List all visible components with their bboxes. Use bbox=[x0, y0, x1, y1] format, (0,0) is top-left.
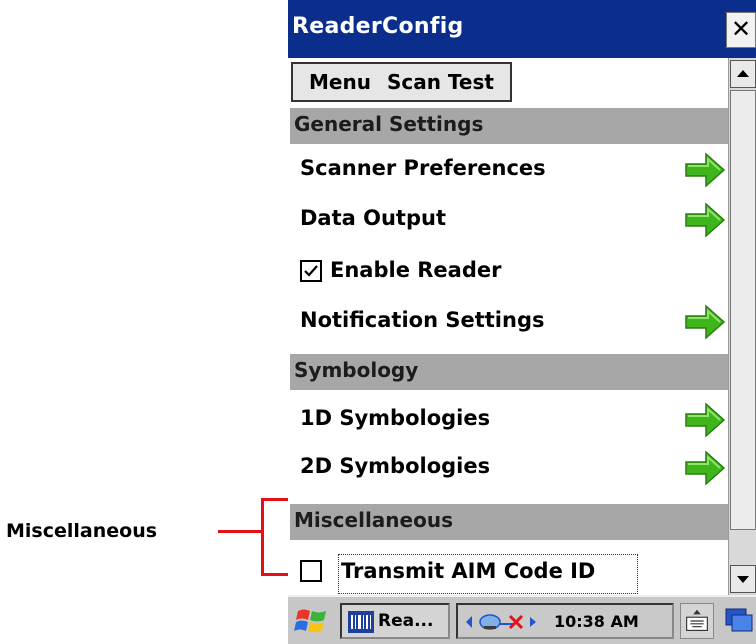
system-tray: 10:38 AM bbox=[456, 603, 674, 639]
list-item-enable-reader: Enable Reader bbox=[288, 248, 728, 298]
desktop-switch-icon[interactable] bbox=[722, 603, 756, 639]
transmit-aim-checkbox[interactable] bbox=[300, 560, 322, 582]
menu-item-menu[interactable]: Menu bbox=[309, 70, 371, 94]
arrow-right-icon[interactable] bbox=[684, 448, 726, 488]
window-title: ReaderConfig bbox=[292, 14, 464, 39]
callout-bracket-top bbox=[261, 498, 288, 501]
arrow-right-icon[interactable] bbox=[684, 302, 726, 342]
list-item-data-output[interactable]: Data Output bbox=[288, 196, 728, 246]
menu-group: Menu Scan Test bbox=[291, 62, 512, 102]
section-header-miscellaneous: Miscellaneous bbox=[290, 504, 728, 540]
network-status-icon[interactable] bbox=[464, 610, 544, 634]
item-label: 2D Symbologies bbox=[300, 454, 491, 478]
item-label: 1D Symbologies bbox=[300, 406, 491, 430]
item-label: Notification Settings bbox=[300, 308, 545, 332]
scroll-up-button[interactable] bbox=[730, 60, 756, 88]
section-header-symbology: Symbology bbox=[290, 354, 728, 390]
reader-config-window: ReaderConfig ✕ Menu Scan Test General Se… bbox=[288, 0, 756, 644]
title-bar: ReaderConfig ✕ bbox=[288, 0, 756, 58]
enable-reader-label[interactable]: Enable Reader bbox=[330, 258, 501, 282]
list-item-2d-symbologies[interactable]: 2D Symbologies bbox=[288, 444, 728, 494]
item-label: Data Output bbox=[300, 206, 446, 230]
taskbar: Rea... 10:38 AM bbox=[288, 595, 756, 644]
settings-list: General Settings Scanner Preferences Dat… bbox=[288, 108, 728, 595]
focus-indicator: Transmit AIM Code ID bbox=[338, 554, 638, 594]
arrow-right-icon[interactable] bbox=[684, 400, 726, 440]
checkmark-icon bbox=[304, 265, 318, 277]
menu-item-scan-test[interactable]: Scan Test bbox=[387, 70, 494, 94]
section-title: General Settings bbox=[294, 112, 484, 136]
list-item-scanner-preferences[interactable]: Scanner Preferences bbox=[288, 146, 728, 196]
item-label: Scanner Preferences bbox=[300, 156, 546, 180]
list-item-notification-settings[interactable]: Notification Settings bbox=[288, 298, 728, 348]
enable-reader-checkbox[interactable] bbox=[300, 260, 322, 282]
taskbar-app-button[interactable]: Rea... bbox=[340, 603, 450, 639]
scroll-thumb[interactable] bbox=[730, 90, 756, 530]
arrow-right-icon[interactable] bbox=[684, 150, 726, 190]
vertical-scrollbar[interactable] bbox=[728, 58, 756, 595]
callout-label: Miscellaneous bbox=[6, 520, 158, 542]
callout-bracket-vertical bbox=[261, 498, 264, 576]
section-header-general-settings: General Settings bbox=[290, 108, 728, 144]
windows-start-icon[interactable] bbox=[292, 603, 332, 639]
callout-bracket-bottom bbox=[261, 573, 288, 576]
taskbar-app-label: Rea... bbox=[378, 611, 434, 631]
section-title: Symbology bbox=[294, 358, 419, 382]
menu-bar: Menu Scan Test bbox=[288, 58, 728, 108]
callout-pointer-line bbox=[218, 530, 262, 533]
list-item-1d-symbologies[interactable]: 1D Symbologies bbox=[288, 396, 728, 446]
transmit-aim-label[interactable]: Transmit AIM Code ID bbox=[341, 559, 595, 583]
triangle-up-icon bbox=[737, 70, 749, 77]
barcode-app-icon bbox=[348, 611, 374, 633]
section-title: Miscellaneous bbox=[294, 508, 453, 532]
arrow-right-icon[interactable] bbox=[684, 200, 726, 240]
scroll-down-button[interactable] bbox=[730, 565, 756, 593]
triangle-down-icon bbox=[737, 576, 749, 583]
clock: 10:38 AM bbox=[554, 612, 639, 631]
keyboard-icon[interactable] bbox=[680, 603, 714, 639]
close-button[interactable]: ✕ bbox=[726, 12, 756, 48]
